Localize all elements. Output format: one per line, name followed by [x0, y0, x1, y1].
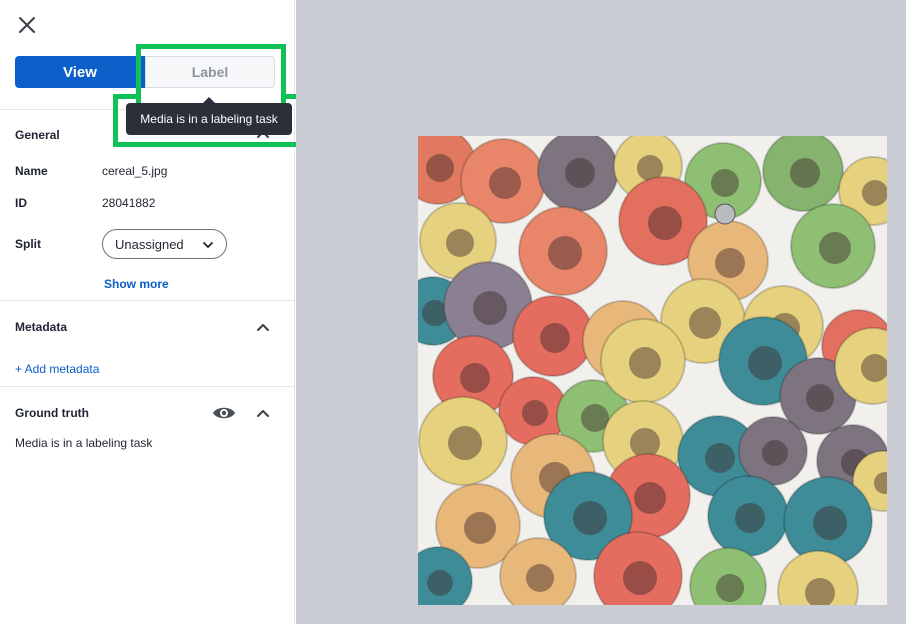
eye-icon[interactable]: [212, 404, 236, 422]
metadata-section-title: Metadata: [15, 320, 68, 334]
label-mode-button[interactable]: Label: [145, 56, 275, 88]
view-mode-button[interactable]: View: [15, 56, 145, 88]
add-metadata-link[interactable]: + Add metadata: [15, 362, 99, 376]
ground-truth-section-title: Ground truth: [15, 406, 89, 420]
divider: [0, 386, 295, 387]
split-dropdown[interactable]: Unassigned: [102, 229, 227, 259]
chevron-down-icon: [203, 242, 213, 248]
chevron-up-icon[interactable]: [255, 405, 271, 421]
cereal-ring: [689, 547, 767, 605]
name-value: cereal_5.jpg: [102, 164, 168, 178]
cereal-ring: [600, 318, 686, 404]
details-panel: View Label Media is in a labeling task G…: [0, 0, 295, 624]
media-image[interactable]: [418, 136, 887, 605]
cereal-ring: [518, 206, 608, 296]
cereal-ring: [512, 295, 594, 377]
cereal-ring: [738, 416, 808, 486]
tooltip-text: Media is in a labeling task: [140, 112, 278, 126]
cereal-ring: [537, 136, 619, 212]
name-key: Name: [15, 164, 48, 178]
split-value: Unassigned: [115, 236, 184, 252]
cereal-ring: [418, 396, 508, 486]
cereal-ring: [707, 475, 789, 557]
split-key: Split: [15, 237, 41, 251]
show-more-link[interactable]: Show more: [104, 277, 169, 291]
cereal-ring: [790, 203, 876, 289]
ground-truth-message: Media is in a labeling task: [15, 436, 153, 450]
id-key: ID: [15, 196, 27, 210]
label-disabled-tooltip: Media is in a labeling task: [126, 97, 292, 135]
cereal-ring: [499, 537, 577, 605]
mode-toggle: View Label: [15, 56, 275, 88]
chevron-up-icon[interactable]: [255, 319, 271, 335]
cereal-photo: [418, 136, 887, 605]
id-value: 28041882: [102, 196, 156, 210]
general-section-title: General: [15, 128, 60, 142]
divider: [0, 300, 295, 301]
image-viewer: [296, 0, 906, 624]
cereal-ring: [762, 136, 844, 212]
screw: [714, 203, 736, 225]
close-icon[interactable]: [14, 12, 40, 38]
